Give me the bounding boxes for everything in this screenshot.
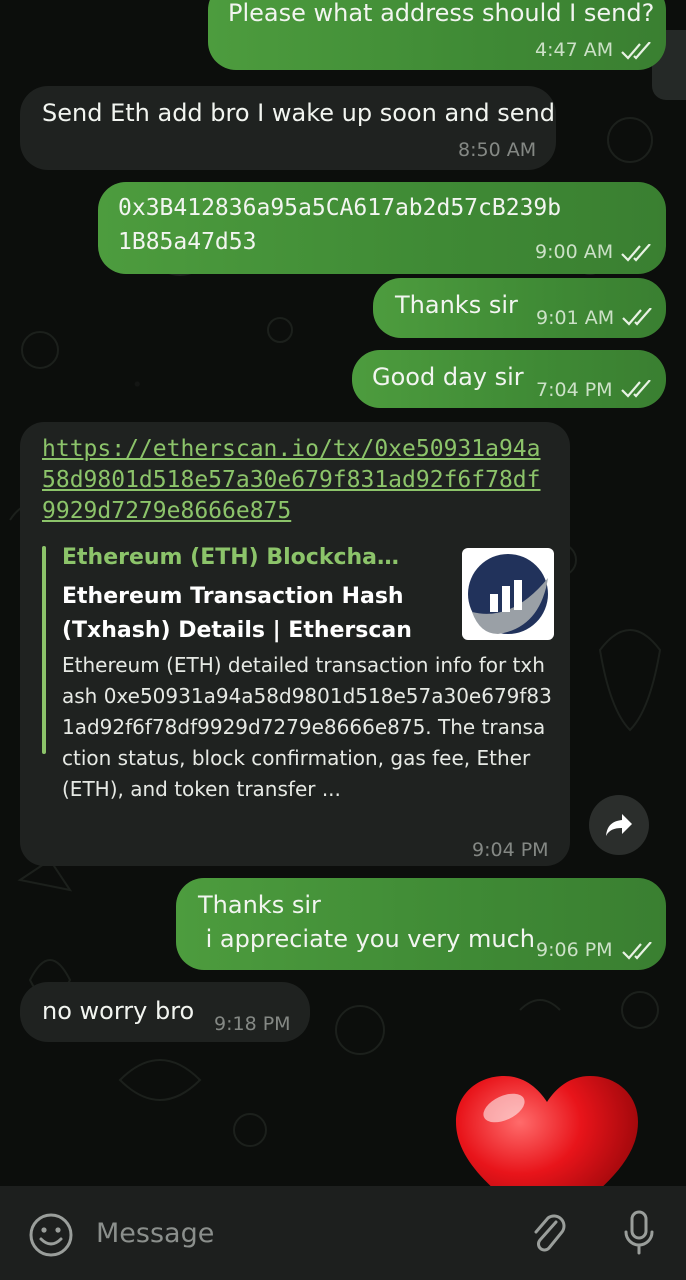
message-input[interactable] — [94, 1210, 508, 1256]
message-text-line: 0x3B412836a95a5CA617ab2d57cB239b — [118, 195, 562, 221]
chat-screen: Please what address should I send? 4:47 … — [0, 0, 686, 1280]
link-preview-accent-bar — [42, 546, 46, 754]
message-text: Please what address should I send? — [228, 0, 655, 27]
double-check-icon — [621, 42, 651, 60]
message-outgoing[interactable]: 0x3B412836a95a5CA617ab2d57cB239b 1B85a47… — [98, 182, 666, 274]
message-text-line: 1B85a47d53 — [118, 229, 257, 255]
message-incoming[interactable]: Send Eth add bro I wake up soon and send… — [20, 86, 556, 170]
message-time: 4:47 AM — [535, 39, 614, 61]
message-time: 7:04 PM — [536, 379, 613, 401]
paperclip-icon[interactable] — [524, 1210, 574, 1260]
share-arrow-icon — [606, 814, 632, 836]
link-preview-description: Ethereum (ETH) detailed transaction info… — [62, 653, 552, 801]
share-button[interactable] — [589, 795, 649, 855]
message-time: 8:50 AM — [458, 139, 537, 161]
double-check-icon — [622, 308, 652, 326]
message-text-line: i appreciate you very much — [198, 925, 535, 953]
message-time: 9:01 AM — [536, 307, 615, 329]
double-check-icon — [621, 380, 651, 398]
message-text: Good day sir — [372, 363, 524, 391]
message-outgoing[interactable]: Thanks sir 9:01 AM — [373, 278, 666, 338]
message-text-line: Thanks sir — [198, 891, 321, 919]
message-time: 9:04 PM — [472, 839, 549, 861]
message-time: 9:06 PM — [536, 939, 613, 961]
message-time: 9:18 PM — [214, 1013, 291, 1035]
message-outgoing[interactable]: Thanks sir i appreciate you very much 9:… — [176, 878, 666, 970]
message-link[interactable]: https://etherscan.io/tx/0xe50931a94a58d9… — [42, 434, 552, 527]
message-text: Thanks sir — [395, 291, 518, 319]
link-preview-title: Ethereum Transaction Hash (Txhash) Detai… — [62, 584, 412, 644]
double-check-icon — [622, 942, 652, 960]
message-outgoing[interactable]: Please what address should I send? 4:47 … — [208, 0, 666, 70]
message-text: Send Eth add bro I wake up soon and send — [42, 99, 555, 127]
etherscan-logo-icon[interactable] — [462, 548, 554, 640]
message-incoming-link[interactable]: https://etherscan.io/tx/0xe50931a94a58d9… — [20, 422, 570, 866]
double-check-icon — [621, 244, 651, 262]
smiley-face-icon[interactable] — [26, 1210, 76, 1260]
link-preview-site: Ethereum (ETH) Blockchai... — [62, 545, 402, 570]
message-time: 9:00 AM — [535, 241, 614, 263]
message-text: no worry bro — [42, 997, 195, 1025]
message-outgoing[interactable]: Good day sir 7:04 PM — [352, 350, 666, 408]
message-composer — [0, 1186, 686, 1280]
message-incoming[interactable]: no worry bro 9:18 PM — [20, 982, 310, 1042]
microphone-icon[interactable] — [614, 1208, 664, 1258]
